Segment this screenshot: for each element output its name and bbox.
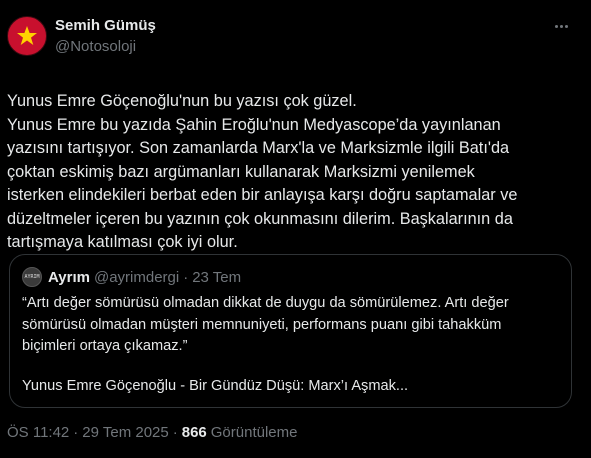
tweet-header: Semih Gümüş @Notosoloji (7, 14, 575, 62)
tweet-meta: ÖS 11:42 · 29 Tem 2025 · 866 Görüntüleme (7, 424, 297, 441)
star-icon (17, 26, 37, 45)
author-display-name[interactable]: Semih Gümüş (55, 17, 156, 35)
quoted-link-title: Yunus Emre Göçenoğlu - Bir Gündüz Düşü: … (22, 377, 409, 394)
tweet-text-line: Yunus Emre Göçenoğlu'nun bu yazısı çok g… (7, 92, 357, 110)
quoted-tweet[interactable]: AYRIM Ayrım @ayrimdergi · 23 Tem “Artı d… (9, 254, 572, 408)
views-label: Görüntüleme (210, 424, 298, 441)
tweet-date[interactable]: 29 Tem 2025 (82, 424, 168, 441)
views-count: 866 (181, 424, 207, 441)
more-options-icon[interactable] (549, 16, 573, 36)
separator-dot: · (172, 424, 178, 441)
tweet-text-line: tartışmaya katılması çok iyi olur. (7, 233, 238, 251)
quoted-text: “Artı değer sömürüsü olmadan dikkat de d… (22, 293, 559, 358)
quoted-text-line: biçimleri ortaya çıkamaz.” (22, 338, 188, 354)
tweet-text-line: çoktan eskimiş bazı argümanları kullanar… (7, 162, 475, 181)
quoted-text-line: sömürüsü olmadan müşteri memnuniyeti, pe… (22, 316, 502, 333)
quoted-text-line: “Artı değer sömürüsü olmadan dikkat de d… (22, 295, 509, 311)
separator-dot: · (73, 424, 79, 441)
tweet-text-line: düzeltmeler içeren bu yazının çok okunma… (7, 209, 513, 228)
avatar[interactable] (7, 16, 47, 56)
tweet-text-line: yazısını tartışıyor. Son zamanlarda Marx… (7, 139, 510, 157)
tweet-text: Yunus Emre Göçenoğlu'nun bu yazısı çok g… (7, 90, 577, 255)
separator-dot: · (183, 268, 189, 286)
author-names: Semih Gümüş @Notosoloji (55, 14, 156, 57)
quoted-avatar: AYRIM (22, 267, 42, 287)
quoted-tweet-header: AYRIM Ayrım @ayrimdergi · 23 Tem (22, 267, 559, 287)
tweet-text-line: isterken elindekileri berbat eden bir an… (7, 186, 518, 204)
quoted-date: 23 Tem (192, 268, 242, 286)
tweet-time[interactable]: ÖS 11:42 (7, 424, 69, 441)
tweet-text-line: Yunus Emre bu yazıda Şahin Eroğlu'nun Me… (7, 115, 501, 134)
tweet: Semih Gümüş @Notosoloji Yunus Emre Göçen… (0, 0, 591, 458)
quoted-handle: @ayrimdergi (93, 268, 180, 286)
quoted-display-name: Ayrım (48, 268, 90, 286)
author-handle[interactable]: @Notosoloji (55, 37, 156, 57)
